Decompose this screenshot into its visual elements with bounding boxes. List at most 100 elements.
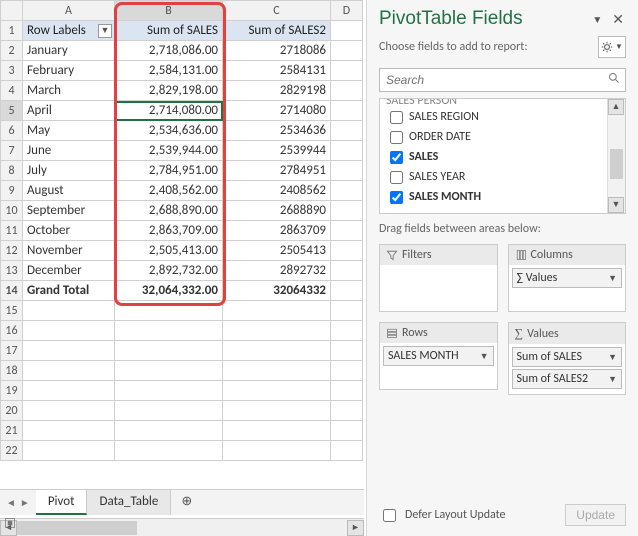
field-checkbox[interactable] bbox=[390, 171, 403, 184]
cell[interactable] bbox=[331, 401, 363, 421]
cell[interactable] bbox=[115, 421, 223, 441]
grid[interactable]: ABCD1Row Labels▼Sum of SALESSum of SALES… bbox=[0, 0, 363, 461]
cell[interactable] bbox=[331, 141, 363, 161]
cell[interactable] bbox=[23, 321, 115, 341]
grand-total-sales2[interactable]: 32064332 bbox=[223, 281, 331, 301]
field-sales-month[interactable]: SALES MONTH bbox=[380, 187, 607, 207]
cell[interactable] bbox=[331, 201, 363, 221]
cell-sum-sales2[interactable]: 2714080 bbox=[223, 101, 331, 121]
cell[interactable] bbox=[115, 341, 223, 361]
row-header-5[interactable]: 5 bbox=[1, 101, 23, 121]
cell[interactable] bbox=[331, 241, 363, 261]
field-list-settings-button[interactable]: ▼ bbox=[598, 36, 626, 58]
column-header-b[interactable]: B bbox=[115, 1, 223, 21]
cell-sum-sales[interactable]: 2,539,944.00 bbox=[115, 141, 223, 161]
row-header-8[interactable]: 8 bbox=[1, 161, 23, 181]
cell[interactable] bbox=[331, 321, 363, 341]
cell[interactable] bbox=[223, 401, 331, 421]
row-header-15[interactable]: 15 bbox=[1, 301, 23, 321]
scroll-down-button[interactable]: ▼ bbox=[608, 197, 624, 213]
column-header-d[interactable]: D bbox=[331, 1, 363, 21]
row-header-2[interactable]: 2 bbox=[1, 41, 23, 61]
cell-sum-sales[interactable]: 2,584,131.00 bbox=[115, 61, 223, 81]
pane-menu-dropdown[interactable]: ▼ bbox=[592, 13, 602, 26]
cell[interactable] bbox=[331, 261, 363, 281]
cell-sum-sales2[interactable]: 2584131 bbox=[223, 61, 331, 81]
cell-sum-sales[interactable]: 2,784,951.00 bbox=[115, 161, 223, 181]
cell-sum-sales[interactable]: 2,718,086.00 bbox=[115, 41, 223, 61]
row-header-16[interactable]: 16 bbox=[1, 321, 23, 341]
values-chip-sum-sales[interactable]: Sum of SALES▼ bbox=[512, 347, 623, 367]
field-checkbox[interactable] bbox=[390, 191, 403, 204]
cell[interactable] bbox=[331, 221, 363, 241]
select-all-corner[interactable] bbox=[1, 1, 23, 21]
field-checkbox[interactable] bbox=[390, 131, 403, 144]
row-header-18[interactable]: 18 bbox=[1, 361, 23, 381]
column-header-c[interactable]: C bbox=[223, 1, 331, 21]
row-header-22[interactable]: 22 bbox=[1, 441, 23, 461]
cell[interactable] bbox=[223, 341, 331, 361]
cell[interactable] bbox=[115, 401, 223, 421]
row-header-14[interactable]: 14 bbox=[1, 281, 23, 301]
cell-label[interactable]: December bbox=[23, 261, 115, 281]
cell-sum-sales2[interactable]: 2784951 bbox=[223, 161, 331, 181]
cell-label[interactable]: March bbox=[23, 81, 115, 101]
cell-label[interactable]: September bbox=[23, 201, 115, 221]
scroll-thumb[interactable] bbox=[17, 521, 137, 535]
cell-sum-sales[interactable]: 2,534,636.00 bbox=[115, 121, 223, 141]
row-header-6[interactable]: 6 bbox=[1, 121, 23, 141]
row-header-13[interactable]: 13 bbox=[1, 261, 23, 281]
cell[interactable] bbox=[115, 381, 223, 401]
column-header-a[interactable]: A bbox=[23, 1, 115, 21]
row-header-3[interactable]: 3 bbox=[1, 61, 23, 81]
filters-area[interactable]: Filters bbox=[379, 244, 498, 312]
cell-sum-sales2[interactable]: 2534636 bbox=[223, 121, 331, 141]
cell[interactable] bbox=[23, 401, 115, 421]
scroll-thumb-vertical[interactable] bbox=[610, 149, 623, 179]
cell[interactable] bbox=[223, 421, 331, 441]
rows-area[interactable]: Rows SALES MONTH▼ bbox=[379, 322, 498, 390]
values-chip-sum-sales2[interactable]: Sum of SALES2▼ bbox=[512, 369, 623, 389]
tab-data-table[interactable]: Data_Table bbox=[87, 490, 171, 515]
row-header-20[interactable]: 20 bbox=[1, 401, 23, 421]
cell-label[interactable]: February bbox=[23, 61, 115, 81]
row-labels-dropdown[interactable]: ▼ bbox=[98, 24, 112, 38]
row-header-4[interactable]: 4 bbox=[1, 81, 23, 101]
search-input[interactable] bbox=[379, 68, 626, 92]
cell[interactable] bbox=[223, 321, 331, 341]
field-order-date[interactable]: ORDER DATE bbox=[380, 127, 607, 147]
grand-total-label[interactable]: Grand Total bbox=[23, 281, 115, 301]
cell-label[interactable]: May bbox=[23, 121, 115, 141]
cell[interactable] bbox=[23, 341, 115, 361]
cell[interactable] bbox=[223, 361, 331, 381]
field-checkbox[interactable] bbox=[390, 111, 403, 124]
cell-sum-sales[interactable]: 2,892,732.00 bbox=[115, 261, 223, 281]
cell-sum-sales[interactable]: 2,408,562.00 bbox=[115, 181, 223, 201]
sum-sales-header[interactable]: Sum of SALES bbox=[115, 21, 223, 41]
pivot-row-labels-header[interactable]: Row Labels▼ bbox=[23, 21, 115, 41]
tab-next-icon[interactable]: ► bbox=[20, 496, 30, 509]
cell[interactable] bbox=[115, 301, 223, 321]
cell[interactable] bbox=[331, 361, 363, 381]
cell[interactable] bbox=[223, 301, 331, 321]
row-header-12[interactable]: 12 bbox=[1, 241, 23, 261]
cell-label[interactable]: October bbox=[23, 221, 115, 241]
defer-layout-checkbox[interactable] bbox=[383, 509, 396, 522]
cell-sum-sales2[interactable]: 2863709 bbox=[223, 221, 331, 241]
cell[interactable] bbox=[115, 441, 223, 461]
cell[interactable] bbox=[331, 381, 363, 401]
grand-total-sales[interactable]: 32,064,332.00 bbox=[115, 281, 223, 301]
row-header-1[interactable]: 1 bbox=[1, 21, 23, 41]
cell[interactable] bbox=[331, 121, 363, 141]
cell[interactable] bbox=[331, 441, 363, 461]
cell[interactable] bbox=[23, 301, 115, 321]
pane-close-button[interactable]: ✕ bbox=[608, 11, 628, 28]
cell[interactable] bbox=[331, 41, 363, 61]
cell-label[interactable]: November bbox=[23, 241, 115, 261]
cell[interactable] bbox=[223, 381, 331, 401]
cell-label[interactable]: April bbox=[23, 101, 115, 121]
cell[interactable] bbox=[331, 21, 363, 41]
field-list[interactable]: SALES PERSONSALES REGIONORDER DATESALESS… bbox=[379, 98, 626, 214]
cell-sum-sales2[interactable]: 2892732 bbox=[223, 261, 331, 281]
scroll-track[interactable] bbox=[17, 520, 347, 536]
